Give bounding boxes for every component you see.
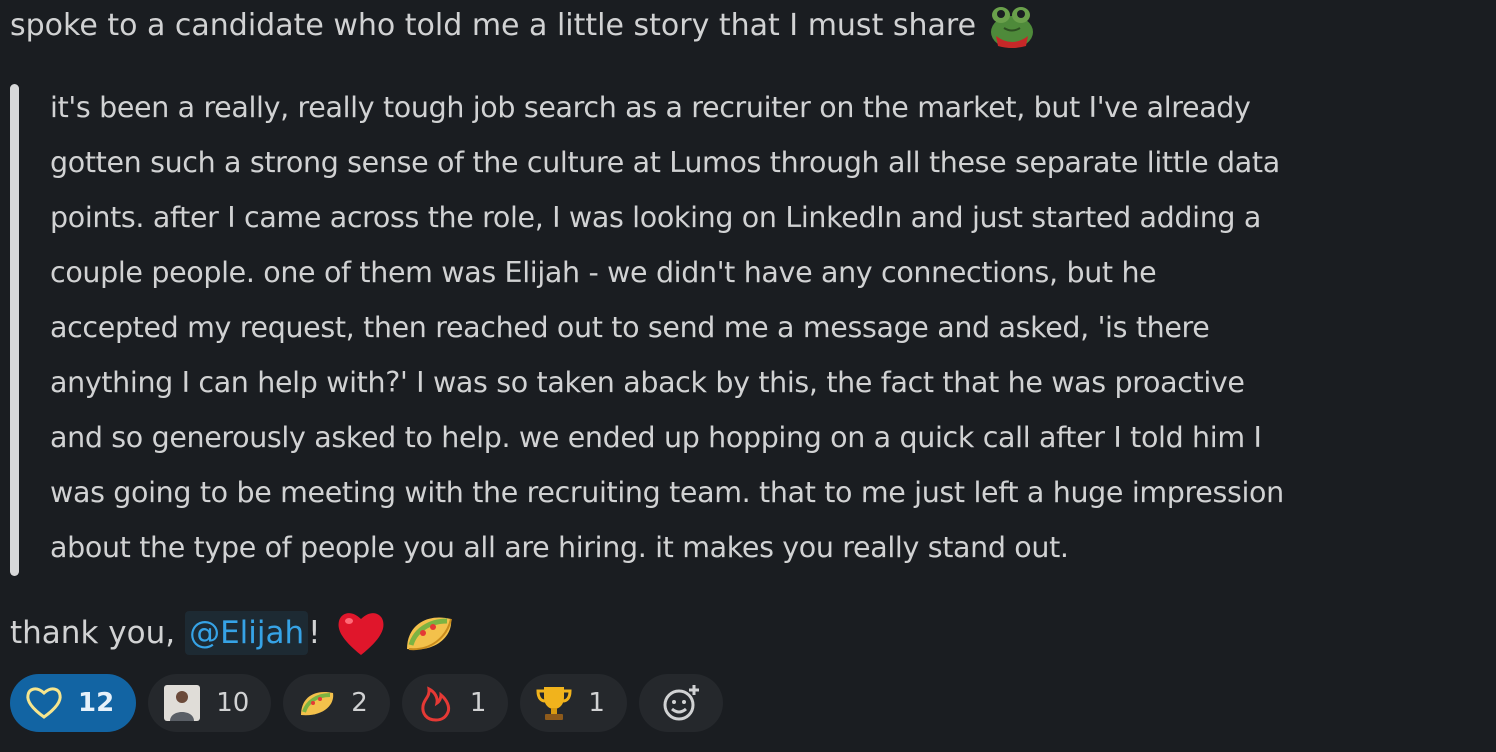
reaction-taco[interactable]: 2	[283, 674, 390, 732]
quote-line: about the type of people you all are hir…	[50, 531, 1069, 564]
trophy-icon	[534, 683, 574, 723]
reactions-bar: 12 10 2 1 1	[10, 674, 723, 732]
frog-emoji-icon	[986, 2, 1038, 50]
quote-bar	[10, 84, 19, 576]
heart-outline-icon	[24, 683, 64, 723]
person-avatar-icon	[162, 683, 202, 723]
reaction-count: 1	[588, 688, 605, 718]
reaction-trophy[interactable]: 1	[520, 674, 627, 732]
reaction-count: 2	[351, 688, 368, 718]
add-reaction-button[interactable]	[638, 674, 723, 732]
quote-line: gotten such a strong sense of the cultur…	[50, 146, 1280, 179]
thanks-line: thank you, @Elijah !	[10, 600, 457, 666]
flame-icon	[416, 683, 456, 723]
quote-line: and so generously asked to help. we ende…	[50, 421, 1262, 454]
add-emoji-icon	[661, 683, 701, 723]
taco-icon	[297, 683, 337, 723]
quote-line: couple people. one of them was Elijah - …	[50, 256, 1157, 289]
quote-line: points. after I came across the role, I …	[50, 201, 1261, 234]
thanks-suffix: !	[308, 615, 321, 651]
reaction-avatar[interactable]: 10	[148, 674, 272, 732]
message: spoke to a candidate who told me a littl…	[10, 0, 1490, 732]
reaction-heart[interactable]: 12	[10, 674, 137, 732]
thanks-prefix: thank you,	[10, 615, 176, 651]
intro-text: spoke to a candidate who told me a littl…	[10, 8, 977, 43]
reaction-count: 1	[469, 688, 487, 718]
quote-line: was going to be meeting with the recruit…	[50, 476, 1284, 509]
reaction-count: 10	[216, 688, 250, 718]
quote-line: it's been a really, really tough job sea…	[50, 91, 1251, 124]
quote-line: anything I can help with?' I was so take…	[50, 366, 1245, 399]
reaction-flame[interactable]: 1	[401, 674, 509, 732]
blockquote: it's been a really, really tough job sea…	[10, 80, 1490, 577]
quote-line: accepted my request, then reached out to…	[50, 311, 1210, 344]
reaction-count: 12	[78, 688, 115, 718]
intro-line: spoke to a candidate who told me a littl…	[10, 0, 1490, 52]
quote-text: it's been a really, really tough job sea…	[50, 80, 1490, 575]
taco-emoji-icon	[401, 605, 457, 661]
user-mention-link[interactable]: @Elijah	[185, 611, 309, 655]
red-heart-emoji-icon	[333, 605, 389, 661]
